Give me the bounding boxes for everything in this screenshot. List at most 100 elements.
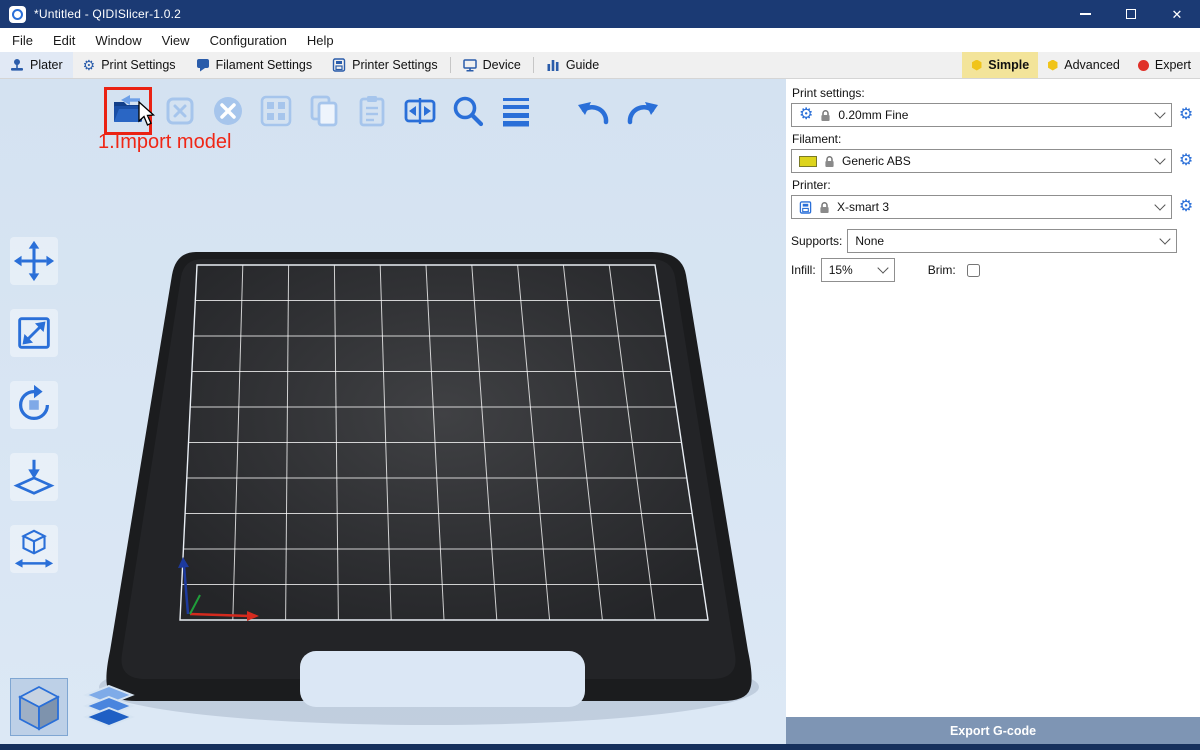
infill-label: Infill: <box>791 263 816 277</box>
tab-guide[interactable]: Guide <box>536 52 609 78</box>
brim-checkbox[interactable] <box>967 264 980 277</box>
3d-view-button[interactable] <box>10 678 68 736</box>
left-toolbar <box>10 237 58 573</box>
export-gcode-button[interactable]: Export G-code <box>786 717 1200 744</box>
undo-icon <box>576 94 612 128</box>
menu-file[interactable]: File <box>2 28 43 52</box>
mode-simple[interactable]: Simple <box>962 52 1038 78</box>
printer-select[interactable]: X-smart 3 <box>791 195 1172 219</box>
split-button[interactable] <box>400 91 440 131</box>
infill-value: 15% <box>829 263 872 277</box>
place-on-face-tool-button[interactable] <box>10 453 58 501</box>
search-button[interactable] <box>448 91 488 131</box>
undo-button[interactable] <box>574 91 614 131</box>
lock-icon <box>819 201 830 214</box>
scale-tool-button[interactable] <box>10 309 58 357</box>
printer-value: X-smart 3 <box>837 200 1149 214</box>
move-icon <box>12 239 56 283</box>
infill-select[interactable]: 15% <box>821 258 895 282</box>
settings-panel: Print settings: ⚙ 0.20mm Fine ⚙ Filament… <box>786 79 1200 744</box>
mode-expert-label: Expert <box>1155 58 1191 72</box>
delete-button[interactable] <box>160 91 200 131</box>
view-controls <box>10 678 138 736</box>
tab-device-label: Device <box>483 58 521 72</box>
tab-filament-settings-label: Filament Settings <box>216 58 313 72</box>
menu-help[interactable]: Help <box>297 28 344 52</box>
filament-value: Generic ABS <box>842 154 1149 168</box>
redo-button[interactable] <box>622 91 662 131</box>
mode-advanced-label: Advanced <box>1064 58 1120 72</box>
tab-printer-settings[interactable]: Printer Settings <box>322 52 447 78</box>
app-logo-icon <box>9 6 26 23</box>
filament-gear-button[interactable]: ⚙ <box>1177 153 1195 169</box>
mouse-cursor <box>136 101 158 127</box>
layers-view-button[interactable] <box>80 678 138 736</box>
arrange-button[interactable] <box>256 91 296 131</box>
mode-expert[interactable]: Expert <box>1129 52 1200 78</box>
minimize-button[interactable] <box>1062 0 1108 28</box>
layer-height-icon <box>499 94 533 128</box>
3d-viewport[interactable]: 1.Import model <box>0 79 786 744</box>
import-annotation: 1.Import model <box>98 131 231 154</box>
chevron-down-icon <box>1154 153 1165 164</box>
measure-tool-button[interactable] <box>10 525 58 573</box>
supports-select[interactable]: None <box>847 229 1177 253</box>
tab-device[interactable]: Device <box>453 52 531 78</box>
tab-plater[interactable]: Plater <box>0 52 73 78</box>
delete-icon <box>163 94 197 128</box>
delete-all-button[interactable] <box>208 91 248 131</box>
chevron-down-icon <box>1154 199 1165 210</box>
print-profile-value: 0.20mm Fine <box>838 108 1149 122</box>
printer-icon <box>799 201 812 214</box>
arrange-icon <box>259 94 293 128</box>
copy-icon <box>307 94 341 128</box>
viewport-toolbar <box>104 87 662 135</box>
menu-view[interactable]: View <box>152 28 200 52</box>
guide-icon <box>546 58 560 72</box>
chevron-down-icon <box>1159 233 1170 244</box>
rotate-tool-button[interactable] <box>10 381 58 429</box>
menu-configuration[interactable]: Configuration <box>200 28 297 52</box>
print-profile-select[interactable]: ⚙ 0.20mm Fine <box>791 103 1172 127</box>
filament-select[interactable]: Generic ABS <box>791 149 1172 173</box>
filament-color-swatch <box>799 156 817 167</box>
app-window: *Untitled - QIDISlicer-1.0.2 ✕ File Edit… <box>0 0 1200 750</box>
copy-button[interactable] <box>304 91 344 131</box>
gear-icon: ⚙ <box>799 107 813 123</box>
printer-settings-icon <box>332 58 346 72</box>
tab-print-settings-label: Print Settings <box>101 58 175 72</box>
tab-divider <box>450 57 451 73</box>
tab-filament-settings[interactable]: Filament Settings <box>186 52 323 78</box>
split-icon <box>403 94 437 128</box>
printer-gear-button[interactable]: ⚙ <box>1177 199 1195 215</box>
expert-mode-icon <box>1138 60 1149 71</box>
advanced-mode-icon <box>1047 60 1058 71</box>
plater-icon <box>10 58 24 72</box>
maximize-button[interactable] <box>1108 0 1154 28</box>
print-settings-gear-icon: ⚙ <box>83 58 96 72</box>
move-tool-button[interactable] <box>10 237 58 285</box>
tab-guide-label: Guide <box>566 58 599 72</box>
minimize-icon <box>1080 13 1091 15</box>
tab-print-settings[interactable]: ⚙ Print Settings <box>73 52 186 78</box>
rotate-icon <box>12 383 56 427</box>
print-settings-gear-button[interactable]: ⚙ <box>1177 107 1195 123</box>
menu-window[interactable]: Window <box>85 28 151 52</box>
chevron-down-icon <box>877 262 888 273</box>
mode-advanced[interactable]: Advanced <box>1038 52 1129 78</box>
simple-mode-icon <box>971 60 982 71</box>
close-button[interactable]: ✕ <box>1154 0 1200 28</box>
place-on-face-icon <box>12 455 56 499</box>
filament-settings-icon <box>196 58 210 72</box>
menu-edit[interactable]: Edit <box>43 28 85 52</box>
lock-icon <box>824 155 835 168</box>
paste-button[interactable] <box>352 91 392 131</box>
scale-icon <box>12 311 56 355</box>
layer-height-button[interactable] <box>496 91 536 131</box>
brim-label: Brim: <box>928 263 956 277</box>
tab-plater-label: Plater <box>30 58 63 72</box>
close-icon: ✕ <box>1172 8 1183 21</box>
lock-icon <box>820 109 831 122</box>
tab-printer-settings-label: Printer Settings <box>352 58 437 72</box>
print-settings-label: Print settings: <box>792 86 1195 100</box>
